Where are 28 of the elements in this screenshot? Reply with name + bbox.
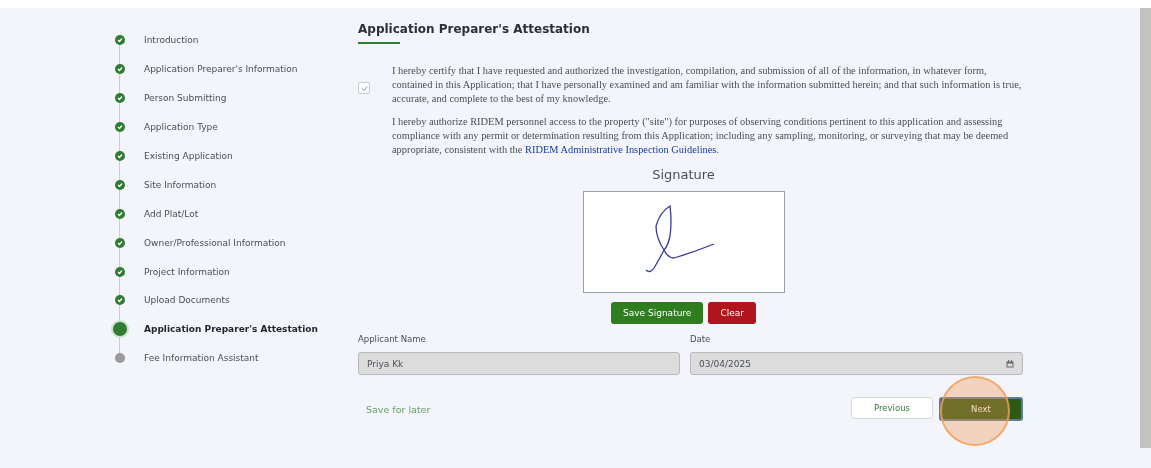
signature-title: Signature bbox=[652, 167, 715, 182]
step-label[interactable]: Project Information bbox=[144, 266, 230, 277]
previous-button[interactable]: Previous bbox=[851, 397, 933, 419]
field-label: Applicant Name bbox=[358, 334, 427, 344]
step-label[interactable]: Introduction bbox=[144, 35, 199, 46]
certification-paragraph: I hereby certify that I have requested and authorized the investigation, compilation, and submission of all of the information, in whatever form, contained in this Application; that I have personally examined and am familiar with the information submitted herein; and that such information is true, accurate, and complete to the best of my knowledge. bbox=[392, 64, 1023, 106]
date-field[interactable]: 03/04/2025 bbox=[690, 352, 1023, 375]
save-signature-button[interactable]: Save Signature bbox=[611, 302, 704, 324]
step-label[interactable]: Site Information bbox=[144, 179, 217, 190]
step-label[interactable]: Upload Documents bbox=[144, 295, 230, 306]
calendar-icon bbox=[1006, 359, 1014, 368]
check-icon bbox=[360, 84, 368, 92]
clear-button[interactable]: Clear bbox=[708, 302, 756, 324]
scrollbar[interactable] bbox=[1140, 8, 1151, 448]
step-label[interactable]: Person Submitting bbox=[144, 93, 227, 104]
field-label: Date bbox=[690, 334, 712, 344]
attestation-checkbox[interactable] bbox=[358, 82, 370, 94]
authorization-paragraph: I hereby authorize RIDEM personnel access to the property ("site") for purposes of observing conditions pertinent to this application and assessing compliance with any permit or determination resulting from this Application; including any sampling, monitoring, or surveying that may be deemed appropriate, consistent with the RIDEM Administrative Inspection Guidelines. bbox=[392, 115, 1010, 157]
step-label[interactable]: Application Type bbox=[144, 122, 218, 133]
next-button[interactable]: Next bbox=[939, 397, 1023, 421]
step-label[interactable]: Add Plat/Lot bbox=[144, 208, 199, 219]
step-label[interactable]: Application Preparer's Information bbox=[144, 64, 298, 75]
step-label[interactable]: Fee Information Assistant bbox=[144, 353, 259, 364]
step-label[interactable]: Owner/Professional Information bbox=[144, 237, 286, 248]
step-label[interactable]: Application Preparer's Attestation bbox=[144, 324, 318, 335]
step-label[interactable]: Existing Application bbox=[144, 151, 233, 161]
name-field[interactable]: Priya Kk bbox=[358, 352, 680, 375]
section-title: Application Preparer's Attestation bbox=[358, 22, 590, 38]
